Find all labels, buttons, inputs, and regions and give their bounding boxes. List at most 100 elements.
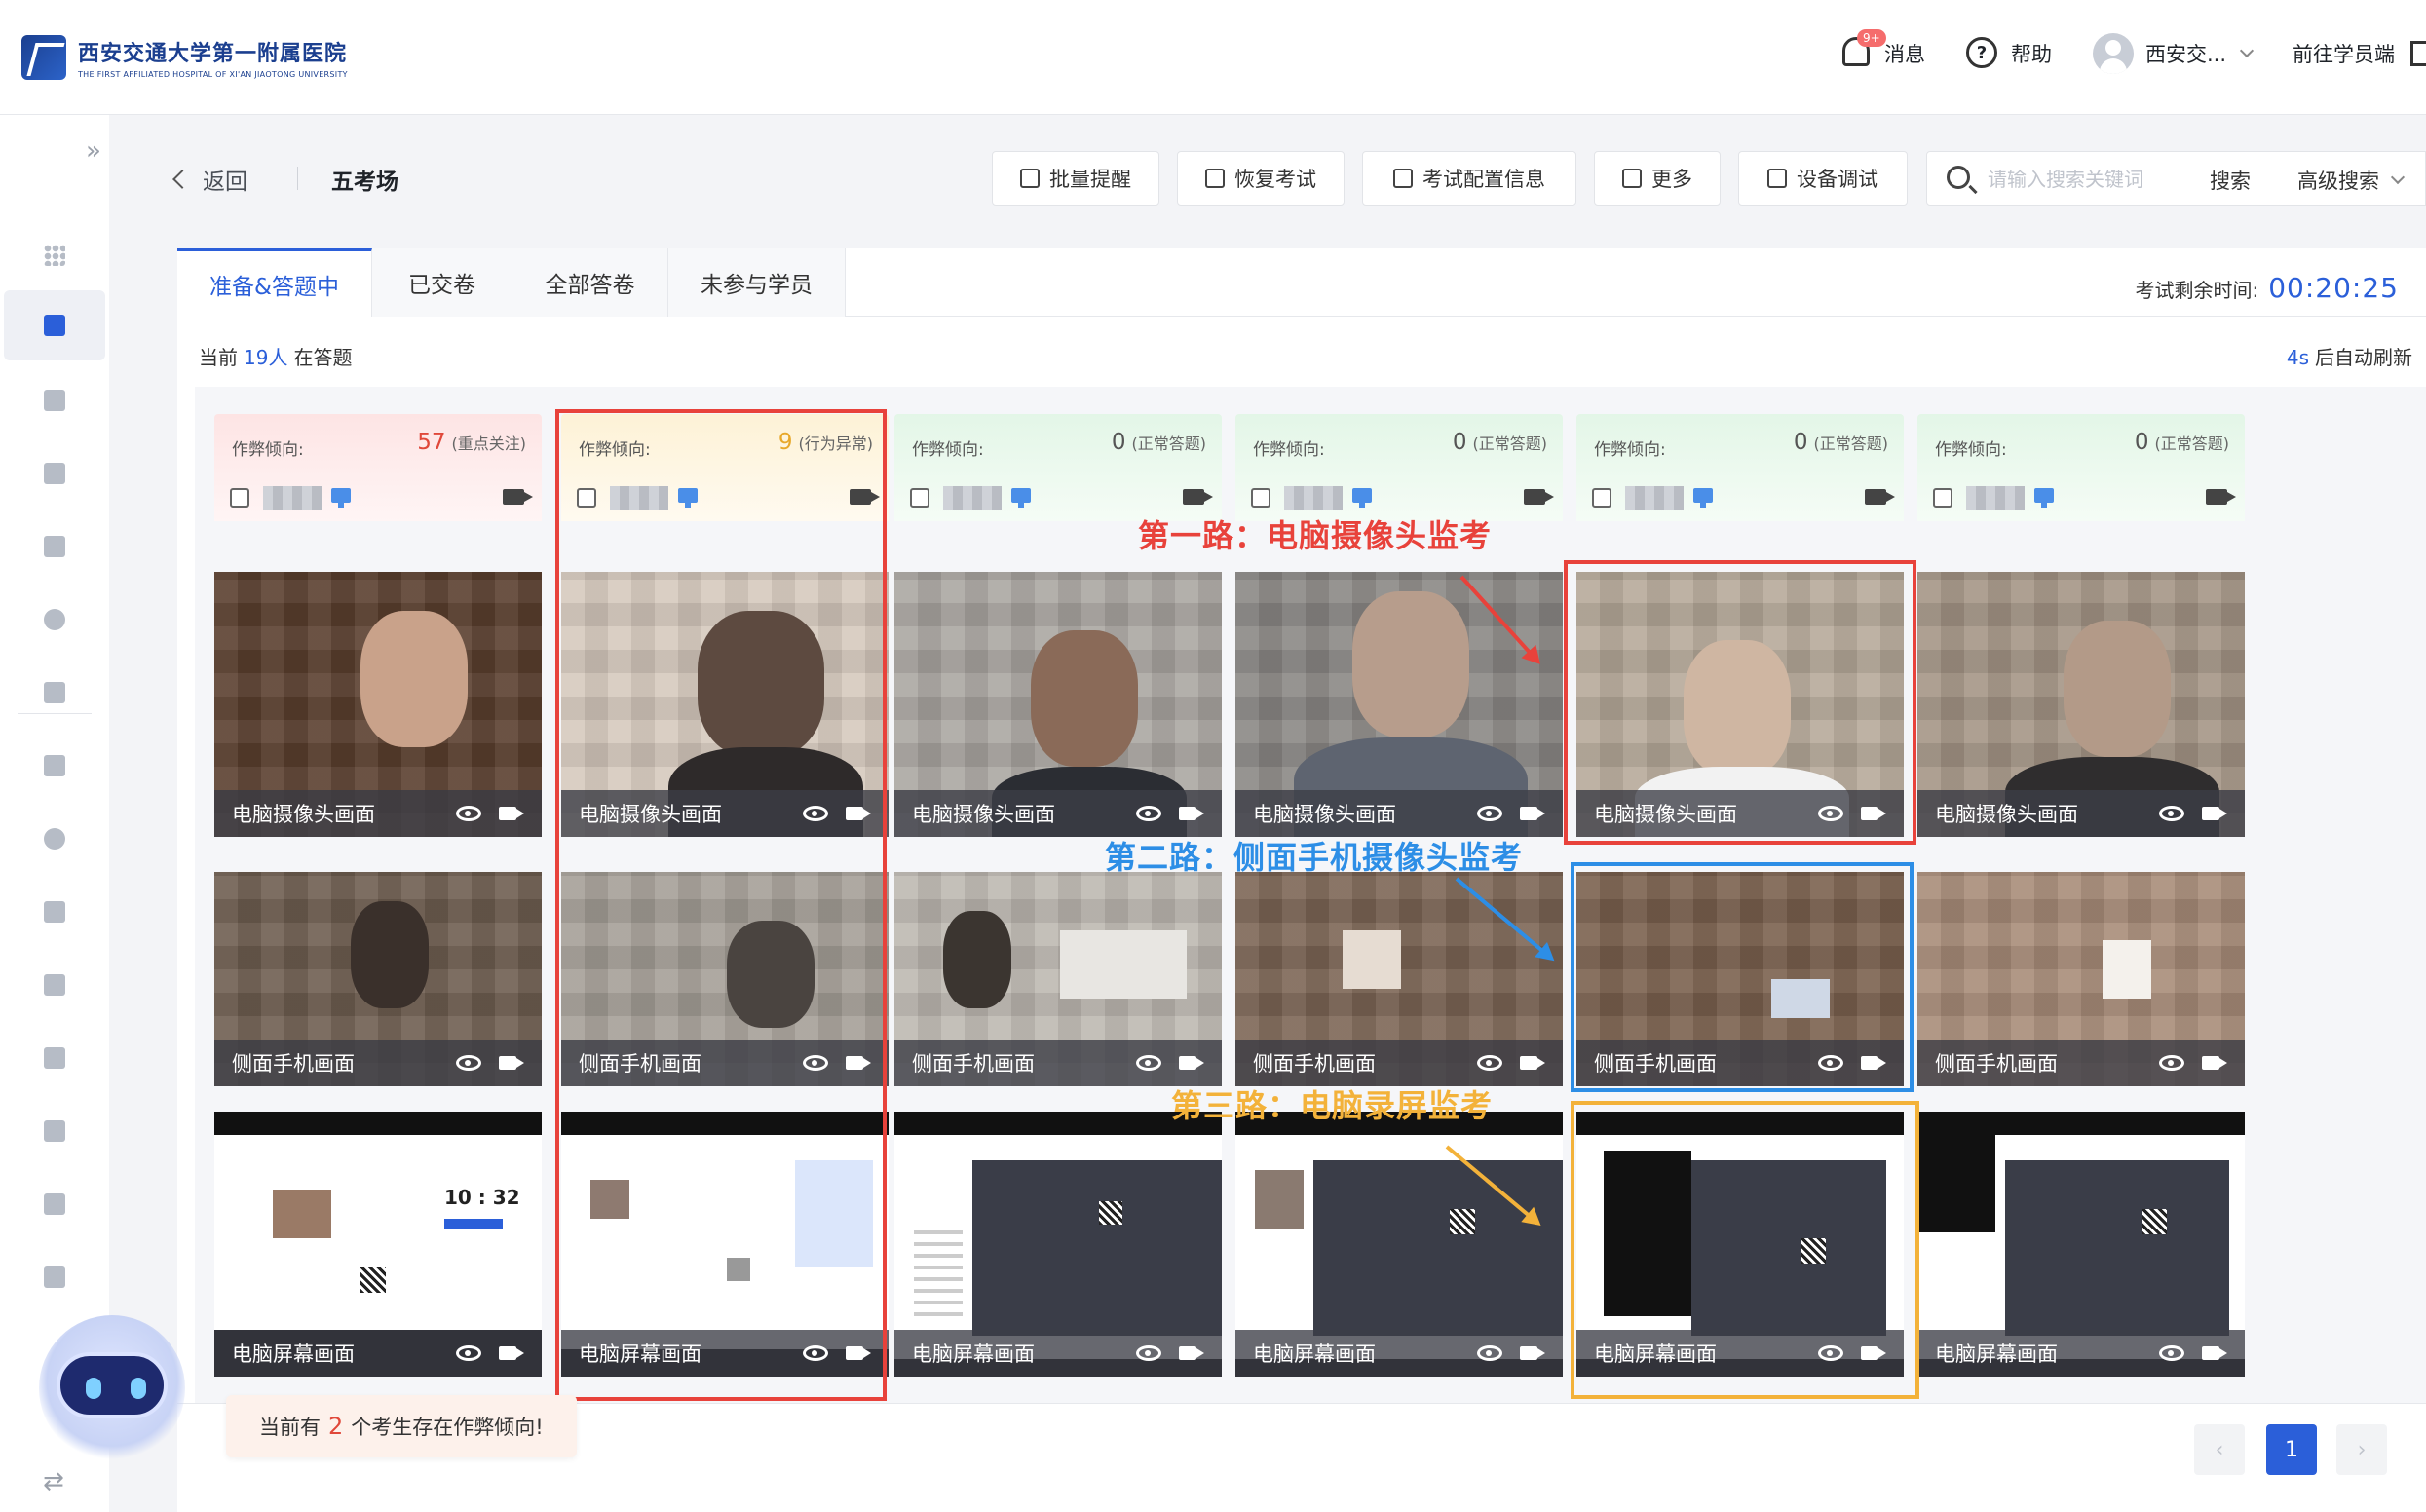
video-camera-icon[interactable] [1865,489,1895,505]
record-icon[interactable] [1179,1056,1204,1070]
batch-remind-button[interactable]: 批量提醒 [992,151,1159,206]
screen-feed[interactable]: 电脑屏幕画面 [1235,1112,1563,1377]
video-camera-icon[interactable] [850,489,880,505]
device-debug-button[interactable]: 设备调试 [1738,151,1908,206]
sidebar-item-users[interactable] [4,1023,105,1093]
hospital-logo[interactable]: 西安交通大学第一附属医院 THE FIRST AFFILIATED HOSPIT… [21,35,348,80]
sidebar-item-schedule[interactable] [4,877,105,947]
record-icon[interactable] [499,1346,524,1360]
phone-feed[interactable]: 侧面手机画面 [1576,872,1904,1086]
phone-feed[interactable]: 侧面手机画面 [561,872,889,1086]
resume-exam-button[interactable]: 恢复考试 [1177,151,1345,206]
record-icon[interactable] [1179,807,1204,820]
help-button[interactable]: ? 帮助 [1965,37,2052,70]
view-icon[interactable] [456,1345,481,1361]
sidebar-item-apps[interactable] [4,220,105,290]
record-icon[interactable] [846,1056,871,1070]
view-icon[interactable] [2159,1055,2184,1071]
select-checkbox[interactable] [910,488,929,508]
camera-feed[interactable]: 电脑摄像头画面 [1917,572,2245,837]
view-icon[interactable] [1136,1055,1161,1071]
sidebar-item-library[interactable] [4,511,105,582]
sidebar-item-images[interactable] [4,1096,105,1166]
screen-feed[interactable]: 电脑屏幕画面 [561,1112,889,1377]
screen-feed[interactable]: 电脑屏幕画面 [894,1112,1222,1377]
record-icon[interactable] [846,1346,871,1360]
search-input[interactable] [1988,162,2182,197]
select-checkbox[interactable] [577,488,596,508]
assistant-robot-icon[interactable] [39,1315,185,1461]
record-icon[interactable] [846,807,871,820]
sidebar-item-badge[interactable] [4,438,105,509]
expand-sidebar-icon[interactable]: » [86,136,101,166]
prev-page-button[interactable]: ‹ [2194,1424,2245,1475]
tab-answering[interactable]: 准备&答题中 [177,248,372,317]
sidebar-item-papers[interactable] [4,365,105,435]
select-checkbox[interactable] [1251,488,1270,508]
back-button[interactable]: 返回 [172,163,247,196]
switch-icon[interactable]: ⇄ [43,1467,64,1496]
camera-feed[interactable]: 电脑摄像头画面 [1576,572,1904,837]
record-icon[interactable] [1179,1346,1204,1360]
tab-absent[interactable]: 未参与学员 [668,248,846,317]
record-icon[interactable] [1520,807,1545,820]
record-icon[interactable] [1520,1346,1545,1360]
video-camera-icon[interactable] [1183,489,1213,505]
phone-feed[interactable]: 侧面手机画面 [214,872,542,1086]
tab-all-papers[interactable]: 全部答卷 [512,248,668,317]
record-icon[interactable] [499,807,524,820]
view-icon[interactable] [1477,1055,1502,1071]
record-icon[interactable] [2202,807,2227,820]
sidebar-item-edit[interactable] [4,731,105,801]
select-checkbox[interactable] [1592,488,1611,508]
sidebar-item-stats[interactable] [4,1242,105,1312]
record-icon[interactable] [1861,807,1886,820]
page-1-button[interactable]: 1 [2266,1424,2317,1475]
student-portal-link[interactable]: 前往学员端 [2293,39,2426,68]
view-icon[interactable] [1136,1345,1161,1361]
user-menu[interactable]: 西安交... [2092,33,2255,74]
camera-feed[interactable]: 电脑摄像头画面 [561,572,889,837]
view-icon[interactable] [1477,806,1502,821]
camera-feed[interactable]: 电脑摄像头画面 [1235,572,1563,837]
view-icon[interactable] [1477,1345,1502,1361]
search-button[interactable]: 搜索 [2210,166,2251,195]
more-button[interactable]: 更多 [1594,151,1721,206]
view-icon[interactable] [803,806,828,821]
video-camera-icon[interactable] [2206,489,2236,505]
sidebar-item-groups[interactable] [4,585,105,655]
select-checkbox[interactable] [230,488,249,508]
select-checkbox[interactable] [1933,488,1952,508]
exam-config-button[interactable]: 考试配置信息 [1362,151,1576,206]
camera-feed[interactable]: 电脑摄像头画面 [214,572,542,837]
tab-submitted[interactable]: 已交卷 [372,248,512,317]
phone-feed[interactable]: 侧面手机画面 [894,872,1222,1086]
record-icon[interactable] [1861,1056,1886,1070]
phone-feed[interactable]: 侧面手机画面 [1917,872,2245,1086]
screen-feed[interactable]: 10 : 32 电脑屏幕画面 [214,1112,542,1377]
sidebar-item-verify[interactable] [4,804,105,874]
view-icon[interactable] [456,806,481,821]
view-icon[interactable] [803,1055,828,1071]
record-icon[interactable] [1520,1056,1545,1070]
sidebar-item-questions[interactable] [4,1169,105,1239]
phone-feed[interactable]: 侧面手机画面 [1235,872,1563,1086]
messages-button[interactable]: 9+ 消息 [1839,29,1925,70]
view-icon[interactable] [2159,806,2184,821]
record-icon[interactable] [499,1056,524,1070]
sidebar-item-id-card[interactable] [4,950,105,1020]
view-icon[interactable] [803,1345,828,1361]
screen-feed[interactable]: 电脑屏幕画面 [1917,1112,2245,1377]
view-icon[interactable] [456,1055,481,1071]
sidebar-item-exam-monitor[interactable] [4,290,105,360]
camera-feed[interactable]: 电脑摄像头画面 [894,572,1222,837]
next-page-button[interactable]: › [2336,1424,2387,1475]
view-icon[interactable] [1818,1345,1843,1361]
view-icon[interactable] [1818,1055,1843,1071]
advanced-search-dropdown[interactable]: 高级搜索 [2297,166,2406,195]
video-camera-icon[interactable] [503,489,533,505]
view-icon[interactable] [2159,1345,2184,1361]
screen-feed[interactable]: 电脑屏幕画面 [1576,1112,1904,1377]
record-icon[interactable] [2202,1056,2227,1070]
video-camera-icon[interactable] [1524,489,1554,505]
